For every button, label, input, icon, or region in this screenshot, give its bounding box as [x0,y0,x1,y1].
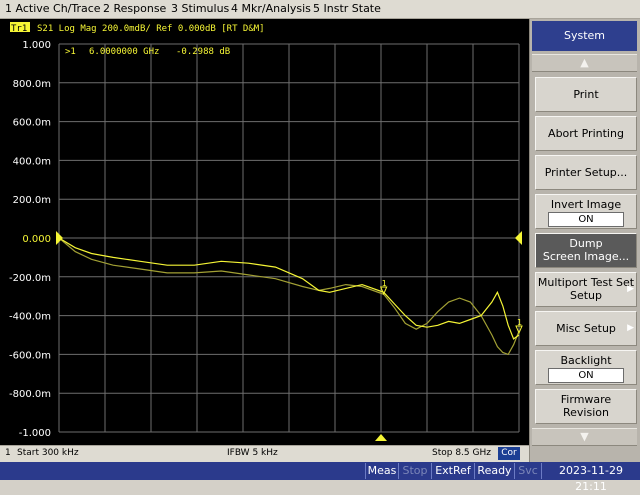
marker-label: 1 [517,318,522,327]
marker-readout-frequency: 6.0000000 GHz [89,47,159,57]
menu-stimulus[interactable]: 3 Stimulus [171,2,229,15]
submenu-chevron-icon: ▶ [627,323,634,333]
trace-badge[interactable]: Tr1 [11,24,27,34]
menu-active-ch-trace[interactable]: 1 Active Ch/Trace [5,2,101,15]
marker-readout-id: >1 [65,47,76,57]
y-tick-label: -800.0m [9,389,51,400]
menu-response[interactable]: 2 Response [103,2,166,15]
marker-readout-value: -0.2988 dB [176,47,230,57]
printer-setup-button[interactable]: Printer Setup... [535,155,637,190]
backlight-state: ON [548,368,624,383]
softkey-menu-title: System [532,21,637,51]
marker-triangle-icon [375,434,387,441]
print-button[interactable]: Print [535,77,637,112]
y-tick-label: 400.0m [13,156,51,167]
softkey-panel: System ▲ Print Abort Printing Printer Se… [529,19,640,462]
abort-printing-label: Abort Printing [548,127,624,140]
menu-mkr-analysis[interactable]: 4 Mkr/Analysis [231,2,311,15]
stop-frequency[interactable]: Stop 8.5 GHz [432,448,491,458]
y-tick-label: 800.0m [13,79,51,90]
trace-plot: 1.000 800.0m 600.0m 400.0m 200.0m 0.000 -200.0… [9,22,523,441]
menu-bar: 1 Active Ch/Trace 2 Response 3 Stimulus … [0,0,640,19]
misc-setup-label: Misc Setup [556,322,616,335]
status-extref: ExtRef [431,463,474,479]
channel-number: 1 [5,448,11,458]
dump-label-line2: Screen Image... [542,250,630,263]
y-tick-label: -1.000 [19,428,51,439]
firmware-label-line2: Revision [563,406,609,419]
multiport-test-set-button[interactable]: Multiport Test Set Setup ▶ [535,272,637,307]
y-tick-label: -400.0m [9,312,51,323]
menu-instr-state[interactable]: 5 Instr State [313,2,381,15]
correction-badge: Cor [498,447,520,460]
y-tick-label: -200.0m [9,273,51,284]
misc-setup-button[interactable]: Misc Setup ▶ [535,311,637,346]
status-svc: Svc [514,463,541,479]
printer-setup-label: Printer Setup... [544,166,628,179]
y-tick-label: 600.0m [13,118,51,129]
firmware-label-line1: Firmware [560,393,612,406]
status-meas: Meas [365,463,398,479]
y-tick-label: 1.000 [22,40,51,51]
status-bar: Meas Stop ExtRef Ready Svc 2023-11-29 21… [0,462,640,493]
scroll-down-arrow-icon: ▼ [580,430,589,443]
y-tick-label: -600.0m [9,350,51,361]
invert-image-button[interactable]: Invert Image ON [535,194,637,229]
status-datetime: 2023-11-29 21:11 [541,463,640,493]
firmware-revision-button[interactable]: Firmware Revision [535,389,637,424]
invert-image-state: ON [548,212,624,227]
marker-label: 1 [382,279,387,288]
multiport-label-line2: Setup [569,289,603,302]
backlight-label: Backlight [560,354,612,367]
invert-image-label: Invert Image [550,198,622,211]
ifbw-value[interactable]: IFBW 5 kHz [227,448,278,458]
abort-printing-button[interactable]: Abort Printing [535,116,637,151]
y-tick-label: 0.000 [22,234,51,245]
dump-label-line1: Dump [569,237,603,250]
scroll-down-button[interactable]: ▼ [532,428,637,446]
measurement-chart[interactable]: 1.000 800.0m 600.0m 400.0m 200.0m 0.000 -200.0… [0,19,529,445]
scroll-up-button[interactable]: ▲ [532,54,637,72]
status-ready: Ready [474,463,514,479]
y-tick-label: 200.0m [13,195,51,206]
start-frequency[interactable]: Start 300 kHz [17,448,79,458]
submenu-chevron-icon: ▶ [627,284,634,294]
scroll-up-arrow-icon: ▲ [580,56,589,69]
stimulus-bar: 1 Start 300 kHz IFBW 5 kHz Stop 8.5 GHz … [0,445,529,462]
status-stop: Stop [398,463,431,479]
print-label: Print [573,88,599,101]
multiport-label-line1: Multiport Test Set [537,276,635,289]
dump-screen-image-button[interactable]: Dump Screen Image... [535,233,637,268]
backlight-button[interactable]: Backlight ON [535,350,637,385]
trace-header-text: S21 Log Mag 200.0mdB/ Ref 0.000dB [RT D&… [37,24,265,34]
